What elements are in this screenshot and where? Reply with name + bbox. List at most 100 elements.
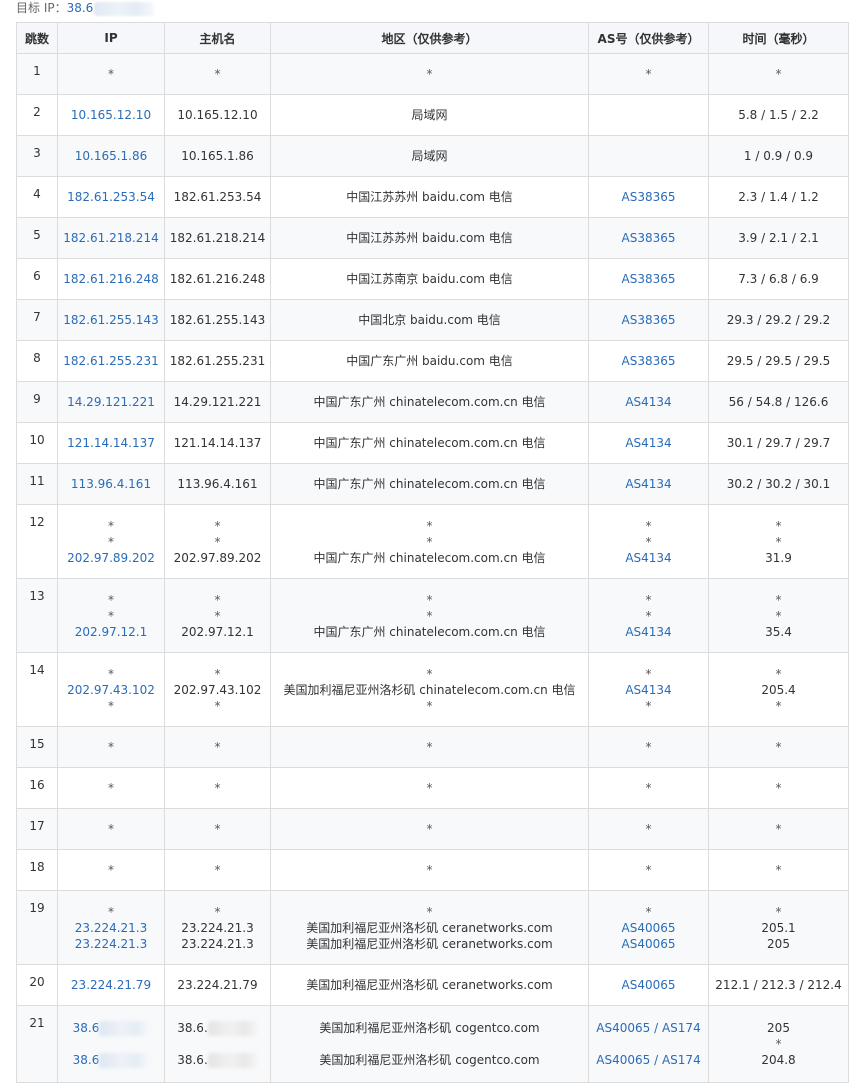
ip-link[interactable]: 182.61.253.54	[67, 190, 155, 204]
hop-number-cell: 20	[16, 964, 58, 1006]
time-line: 3.9 / 2.1 / 2.1	[710, 230, 848, 246]
as-link[interactable]: AS40065 / AS174	[596, 1053, 700, 1067]
as-cell: * AS4134 *	[588, 652, 709, 727]
ip-link[interactable]: 202.97.43.102	[67, 683, 155, 697]
ip-link[interactable]: 23.224.21.79	[71, 978, 151, 992]
as-cell: AS4134	[588, 463, 709, 505]
region-line: 局域网	[272, 148, 588, 164]
host-text: 202.97.12.1	[181, 624, 254, 639]
region-cell: *	[270, 726, 589, 768]
time-line: 205	[710, 936, 848, 952]
ip-cell: 182.61.216.248	[57, 258, 165, 300]
ip-link[interactable]: 10.165.1.86	[75, 149, 148, 163]
time-line: 30.2 / 30.2 / 30.1	[710, 476, 848, 492]
timeout-marker: *	[426, 781, 433, 795]
as-link[interactable]: AS38365	[622, 272, 676, 286]
ip-link[interactable]: 182.61.255.231	[63, 354, 158, 368]
ip-link[interactable]: 121.14.14.137	[67, 436, 155, 450]
ip-link[interactable]: 10.165.12.10	[71, 108, 151, 122]
timeout-marker: *	[775, 608, 782, 623]
header-hostname: 主机名	[164, 22, 271, 54]
as-link[interactable]: AS38365	[622, 313, 676, 327]
hostname-cell: * 202.97.43.102 *	[164, 652, 271, 727]
as-link[interactable]: AS4134	[625, 551, 671, 565]
region-line: 中国广东广州 chinatelecom.com.cn 电信	[272, 394, 588, 410]
ip-link[interactable]: 202.97.89.202	[67, 551, 155, 565]
host-text: 10.165.12.10	[177, 108, 258, 122]
ip-cell: 14.29.121.221	[57, 381, 165, 423]
ip-line: 10.165.1.86	[59, 148, 164, 164]
ip-link[interactable]: 113.96.4.161	[71, 477, 151, 491]
region-text: 美国加利福尼亚州洛杉矶 ceranetworks.com	[306, 920, 553, 935]
ip-cell: *	[57, 849, 165, 891]
ip-link[interactable]: 23.224.21.3	[75, 921, 148, 935]
timeout-marker: *	[108, 666, 114, 681]
region-text: 美国加利福尼亚州洛杉矶 chinatelecom.com.cn 电信	[283, 682, 576, 697]
ip-link[interactable]: 182.61.255.143	[63, 313, 158, 327]
timeout-marker: *	[775, 534, 782, 549]
as-link[interactable]: AS40065	[622, 921, 676, 935]
ip-link[interactable]: 202.97.12.1	[75, 625, 148, 639]
hostname-cell: *	[164, 726, 271, 768]
timeout-marker: *	[645, 666, 652, 681]
ip-cell: 38.6 38.6	[57, 1005, 165, 1083]
region-text: 美国加利福尼亚州洛杉矶 cogentco.com	[319, 1053, 540, 1067]
ip-link[interactable]: 38.6	[73, 1021, 100, 1035]
timeout-marker: *	[775, 666, 782, 681]
region-text: 中国广东广州 chinatelecom.com.cn 电信	[313, 395, 546, 409]
timeout-marker: *	[426, 666, 433, 681]
ip-cell: *	[57, 53, 165, 95]
as-link[interactable]: AS38365	[622, 354, 676, 368]
as-link[interactable]: AS40065	[622, 978, 676, 992]
timeout-marker: *	[775, 518, 782, 533]
as-link[interactable]: AS4134	[625, 683, 671, 697]
region-cell: 美国加利福尼亚州洛杉矶 cogentco.com 美国加利福尼亚州洛杉矶 coge…	[270, 1005, 589, 1083]
as-link[interactable]: AS38365	[622, 190, 676, 204]
timeout-marker: *	[426, 740, 433, 754]
ip-link[interactable]: 23.224.21.3	[75, 937, 148, 951]
as-link[interactable]: AS38365	[622, 231, 676, 245]
as-link[interactable]: AS4134	[625, 477, 671, 491]
table-row: 11 113.96.4.161 113.96.4.161 中国广东广州 chinate…	[16, 463, 849, 505]
as-link[interactable]: AS40065	[622, 937, 676, 951]
as-link[interactable]: AS4134	[625, 395, 671, 409]
host-text: 10.165.1.86	[181, 149, 254, 163]
timeout-marker: *	[214, 781, 221, 795]
ip-cell: 113.96.4.161	[57, 463, 165, 505]
ip-link[interactable]: 182.61.218.214	[63, 231, 158, 245]
table-row: 13 * * 202.97.12.1 * * 202.97.12.1 * * 中国广东广州 chi…	[16, 578, 849, 653]
timeout-marker: *	[426, 608, 433, 623]
region-text: 中国广东广州 chinatelecom.com.cn 电信	[313, 550, 546, 565]
host-line: 121.14.14.137	[166, 435, 270, 451]
region-cell: * * 中国广东广州 chinatelecom.com.cn 电信	[270, 578, 589, 653]
timeout-marker: *	[108, 822, 114, 836]
hostname-cell: 182.61.255.231	[164, 340, 271, 382]
ip-link[interactable]: 182.61.216.248	[63, 272, 158, 286]
as-cell: AS38365	[588, 217, 709, 259]
ip-link[interactable]: 38.6	[73, 1053, 100, 1067]
timeout-marker: *	[214, 67, 221, 81]
host-text: 202.97.89.202	[173, 550, 262, 565]
table-row: 17 * * * * *	[16, 808, 849, 850]
target-ip-value[interactable]: 38.6	[67, 1, 94, 15]
time-cell: 29.5 / 29.5 / 29.5	[708, 340, 849, 382]
ip-link[interactable]: 14.29.121.221	[67, 395, 155, 409]
time-line: 7.3 / 6.8 / 6.9	[710, 271, 848, 287]
hostname-cell: 10.165.12.10	[164, 94, 271, 136]
timeout-marker: *	[645, 698, 652, 713]
as-cell: AS4134	[588, 422, 709, 464]
timeout-marker: *	[108, 740, 114, 754]
as-line: AS4134	[590, 550, 708, 566]
timeout-marker: *	[775, 781, 782, 795]
time-cell: 2.3 / 1.4 / 1.2	[708, 176, 849, 218]
region-text: 局域网	[411, 149, 448, 163]
as-link[interactable]: AS4134	[625, 436, 671, 450]
region-line: 中国广东广州 chinatelecom.com.cn 电信	[272, 476, 588, 492]
host-text: 182.61.255.231	[169, 354, 266, 368]
header-as: AS号（仅供参考）	[588, 22, 709, 54]
as-link[interactable]: AS4134	[625, 625, 671, 639]
as-link[interactable]: AS40065 / AS174	[596, 1021, 700, 1035]
redacted-blur	[207, 1053, 258, 1068]
region-cell: 中国江苏南京 baidu.com 电信	[270, 258, 589, 300]
region-cell: 中国江苏苏州 baidu.com 电信	[270, 217, 589, 259]
